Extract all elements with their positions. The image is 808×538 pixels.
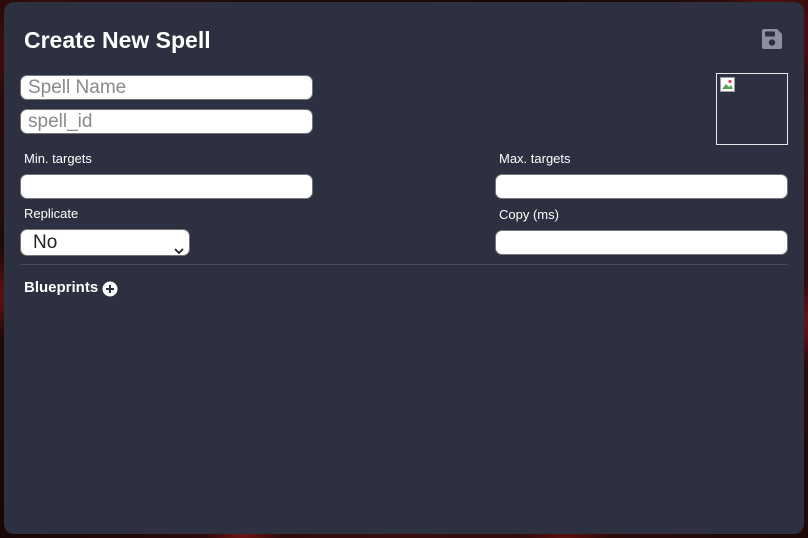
copy-ms-input[interactable]: [495, 230, 788, 255]
divider: [20, 264, 788, 265]
spell-id-input[interactable]: [20, 109, 313, 134]
modal-title: Create New Spell: [24, 27, 211, 53]
spell-name-input[interactable]: [20, 75, 313, 100]
replicate-label: Replicate: [24, 206, 79, 221]
spell-image[interactable]: [716, 73, 788, 145]
broken-image-icon: [720, 77, 735, 92]
replicate-select[interactable]: No: [20, 229, 190, 256]
replicate-selected-value: No: [33, 232, 58, 253]
max-targets-input[interactable]: [495, 174, 788, 199]
min-targets-input[interactable]: [20, 174, 313, 199]
copy-ms-label: Copy (ms): [499, 207, 559, 222]
chevron-down-icon: [174, 238, 184, 255]
min-targets-label: Min. targets: [24, 151, 92, 166]
blueprints-title: Blueprints: [24, 279, 99, 296]
save-icon[interactable]: [761, 28, 783, 50]
max-targets-label: Max. targets: [499, 151, 571, 166]
create-spell-modal: Create New Spell Min. targets Max. targe…: [4, 2, 804, 534]
plus-circle-icon[interactable]: [102, 281, 118, 297]
